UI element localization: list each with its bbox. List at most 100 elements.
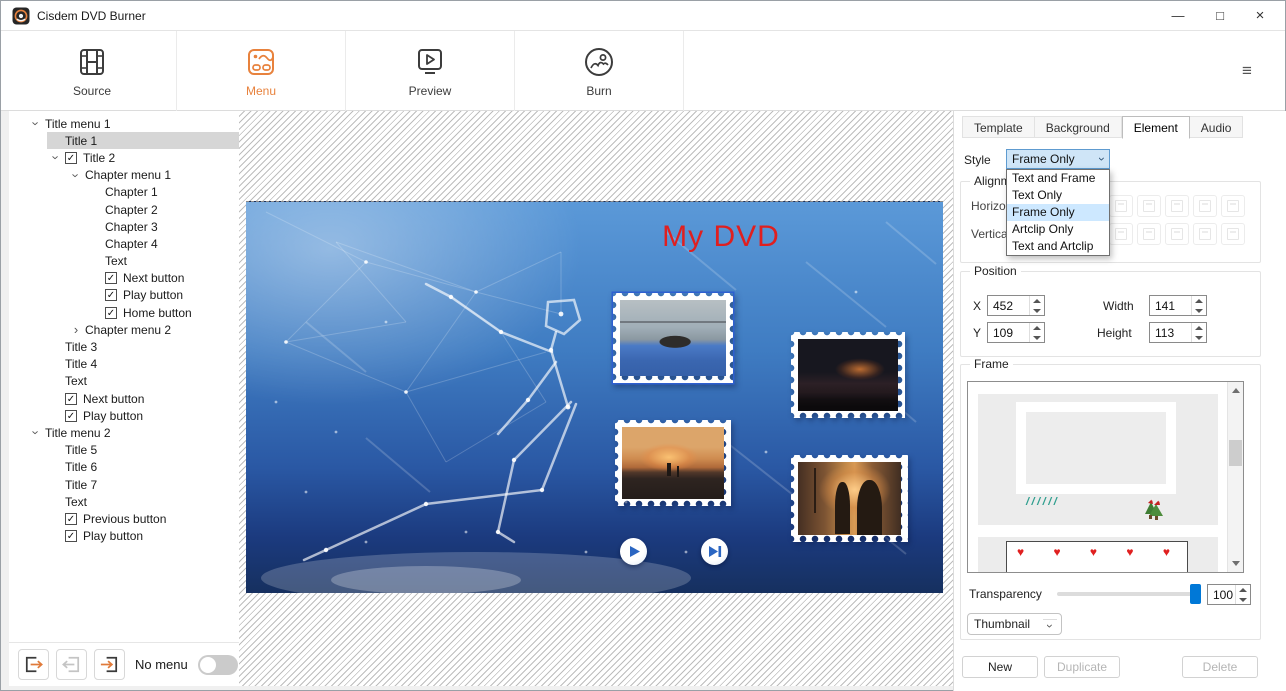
toolbar-burn-button[interactable]: Burn bbox=[515, 31, 684, 111]
align-top-icon[interactable] bbox=[1109, 223, 1133, 245]
y-spinner-arrows[interactable] bbox=[1029, 323, 1044, 342]
frame-style-list[interactable]: ////// ♥ ♥ ♥ ♥ ♥ ♥ bbox=[967, 381, 1244, 573]
y-input[interactable]: 109 bbox=[987, 322, 1045, 343]
tab-audio[interactable]: Audio bbox=[1190, 116, 1244, 138]
new-button[interactable]: New bbox=[962, 656, 1038, 678]
align-bottom-icon[interactable] bbox=[1165, 223, 1189, 245]
duplicate-button[interactable]: Duplicate bbox=[1044, 656, 1120, 678]
expand-arrow-icon[interactable]: › bbox=[67, 322, 85, 337]
collapse-arrow-icon[interactable]: › bbox=[29, 115, 44, 133]
tab-element[interactable]: Element bbox=[1122, 116, 1190, 139]
style-option-text-and-frame[interactable]: Text and Frame bbox=[1007, 170, 1109, 187]
equal-width-icon[interactable] bbox=[1221, 195, 1245, 217]
tree-item-text[interactable]: Text bbox=[9, 253, 239, 270]
style-dropdown[interactable]: Frame Only › bbox=[1006, 149, 1110, 169]
collapse-arrow-icon[interactable]: › bbox=[69, 166, 84, 184]
tree-item-checkbox[interactable]: ✓ bbox=[65, 410, 77, 422]
tree-item-checkbox[interactable]: ✓ bbox=[105, 289, 117, 301]
tree-item-play-button[interactable]: ✓Play button bbox=[9, 407, 239, 424]
move-right-button[interactable] bbox=[94, 649, 125, 680]
move-out-button[interactable] bbox=[18, 649, 49, 680]
toolbar-menu-button[interactable]: Menu bbox=[177, 31, 346, 111]
toolbar-preview-button[interactable]: Preview bbox=[346, 31, 515, 111]
transparency-slider-track[interactable] bbox=[1057, 592, 1197, 596]
scroll-down-icon[interactable] bbox=[1232, 561, 1240, 566]
maximize-button[interactable]: □ bbox=[1203, 1, 1237, 31]
tree-item-chapter-menu-2[interactable]: ›Chapter menu 2 bbox=[9, 321, 239, 338]
align-center-horizontal-icon[interactable] bbox=[1137, 195, 1161, 217]
tree-item-chapter-menu-1[interactable]: ›Chapter menu 1 bbox=[9, 167, 239, 184]
frame-option-christmas[interactable]: ////// bbox=[978, 394, 1218, 525]
transparency-spinner-arrows[interactable] bbox=[1235, 585, 1250, 604]
title-thumbnail-3[interactable] bbox=[615, 420, 731, 506]
height-input[interactable]: 113 bbox=[1149, 322, 1207, 343]
tree-item-chapter-3[interactable]: Chapter 3 bbox=[9, 218, 239, 235]
title-thumbnail-2[interactable] bbox=[791, 332, 905, 418]
tree-item-checkbox[interactable]: ✓ bbox=[65, 393, 77, 405]
align-left-icon[interactable] bbox=[1109, 195, 1133, 217]
tree-item-title-6[interactable]: Title 6 bbox=[9, 459, 239, 476]
transparency-input[interactable]: 100 bbox=[1207, 584, 1251, 605]
frame-list-scrollbar[interactable] bbox=[1227, 382, 1243, 572]
toolbar-source-button[interactable]: Source bbox=[8, 31, 177, 111]
minimize-button[interactable]: — bbox=[1161, 1, 1195, 31]
tree-item-text[interactable]: Text bbox=[9, 373, 239, 390]
width-input[interactable]: 141 bbox=[1149, 295, 1207, 316]
tree-item-text[interactable]: Text bbox=[9, 493, 239, 510]
collapse-arrow-icon[interactable]: › bbox=[29, 424, 44, 442]
tree-item-title-1[interactable]: Title 1 bbox=[9, 132, 239, 149]
tree-item-chapter-2[interactable]: Chapter 2 bbox=[9, 201, 239, 218]
tree-item-title-5[interactable]: Title 5 bbox=[9, 442, 239, 459]
no-menu-toggle[interactable] bbox=[198, 655, 238, 675]
tree-item-chapter-4[interactable]: Chapter 4 bbox=[9, 235, 239, 252]
overflow-menu-icon[interactable]: ≡ bbox=[1237, 63, 1257, 79]
tree-item-next-button[interactable]: ✓Next button bbox=[9, 390, 239, 407]
scrollbar-thumb[interactable] bbox=[1229, 440, 1242, 466]
tree-item-checkbox[interactable]: ✓ bbox=[65, 530, 77, 542]
tree-item-home-button[interactable]: ✓Home button bbox=[9, 304, 239, 321]
tree-item-title-3[interactable]: Title 3 bbox=[9, 338, 239, 355]
equal-height-icon[interactable] bbox=[1221, 223, 1245, 245]
tree-item-checkbox[interactable]: ✓ bbox=[65, 513, 77, 525]
x-spinner-arrows[interactable] bbox=[1029, 296, 1044, 315]
tree-item-checkbox[interactable]: ✓ bbox=[105, 272, 117, 284]
tree-item-previous-button[interactable]: ✓Previous button bbox=[9, 510, 239, 527]
x-input[interactable]: 452 bbox=[987, 295, 1045, 316]
style-option-artclip-only[interactable]: Artclip Only bbox=[1007, 221, 1109, 238]
transparency-slider-handle[interactable] bbox=[1190, 584, 1201, 604]
align-right-icon[interactable] bbox=[1165, 195, 1189, 217]
tree-item-next-button[interactable]: ✓Next button bbox=[9, 270, 239, 287]
style-option-text-and-artclip[interactable]: Text and Artclip bbox=[1007, 238, 1109, 255]
menu-next-button[interactable] bbox=[701, 538, 728, 565]
tab-template[interactable]: Template bbox=[962, 116, 1035, 138]
close-button[interactable]: × bbox=[1243, 1, 1277, 31]
dvd-menu-title[interactable]: My DVD bbox=[596, 220, 846, 254]
collapse-arrow-icon[interactable]: › bbox=[49, 149, 64, 167]
height-spinner-arrows[interactable] bbox=[1191, 323, 1206, 342]
tree-item-play-button[interactable]: ✓Play button bbox=[9, 528, 239, 545]
thumbnail-dropdown[interactable]: Thumbnail › bbox=[967, 613, 1062, 635]
tree-item-checkbox[interactable]: ✓ bbox=[65, 152, 77, 164]
tab-background[interactable]: Background bbox=[1035, 116, 1122, 138]
menu-play-button[interactable] bbox=[620, 538, 647, 565]
title-thumbnail-1[interactable] bbox=[613, 293, 733, 383]
tree-item-chapter-1[interactable]: Chapter 1 bbox=[9, 184, 239, 201]
move-left-button[interactable] bbox=[56, 649, 87, 680]
tree-item-title-7[interactable]: Title 7 bbox=[9, 476, 239, 493]
frame-option-hearts[interactable]: ♥ ♥ ♥ ♥ ♥ ♥ bbox=[978, 537, 1218, 573]
tree-item-title-2[interactable]: ›✓Title 2 bbox=[9, 149, 239, 166]
tree-item-play-button[interactable]: ✓Play button bbox=[9, 287, 239, 304]
scroll-up-icon[interactable] bbox=[1232, 388, 1240, 393]
tree-item-title-menu-1[interactable]: ›Title menu 1 bbox=[9, 115, 239, 132]
style-option-frame-only[interactable]: Frame Only bbox=[1007, 204, 1109, 221]
style-option-text-only[interactable]: Text Only bbox=[1007, 187, 1109, 204]
distribute-vertical-icon[interactable] bbox=[1193, 223, 1217, 245]
title-thumbnail-4[interactable] bbox=[791, 455, 908, 542]
width-spinner-arrows[interactable] bbox=[1191, 296, 1206, 315]
distribute-horizontal-icon[interactable] bbox=[1193, 195, 1217, 217]
delete-button[interactable]: Delete bbox=[1182, 656, 1258, 678]
align-middle-icon[interactable] bbox=[1137, 223, 1161, 245]
tree-item-title-4[interactable]: Title 4 bbox=[9, 356, 239, 373]
tree-item-checkbox[interactable]: ✓ bbox=[105, 307, 117, 319]
tree-item-title-menu-2[interactable]: ›Title menu 2 bbox=[9, 424, 239, 441]
